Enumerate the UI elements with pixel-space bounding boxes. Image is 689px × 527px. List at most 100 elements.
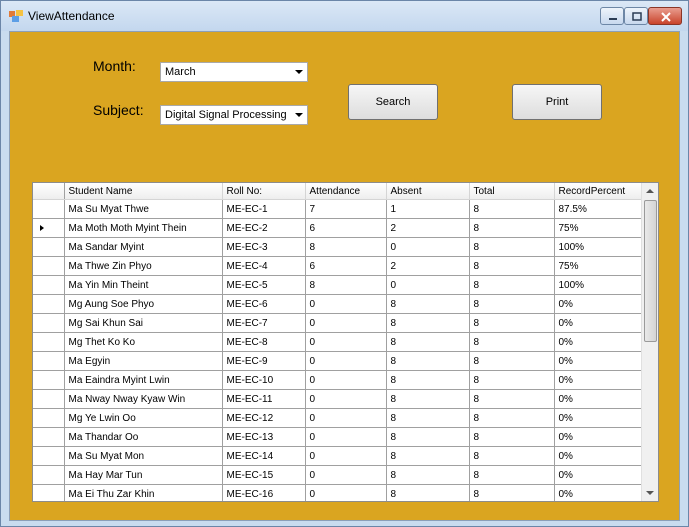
cell-record-percent[interactable]: 75% — [554, 218, 645, 238]
column-header-student-name[interactable]: Student Name — [64, 183, 223, 200]
cell-total[interactable]: 8 — [469, 484, 555, 501]
row-header[interactable] — [33, 465, 65, 485]
table-row[interactable]: Ma Su Myat Mon ME-EC-14 0 8 8 0% — [33, 446, 645, 466]
table-row[interactable]: Ma Hay Mar Tun ME-EC-15 0 8 8 0% — [33, 465, 645, 485]
cell-record-percent[interactable]: 75% — [554, 256, 645, 276]
row-header[interactable] — [33, 294, 65, 314]
cell-attendance[interactable]: 0 — [305, 389, 387, 409]
cell-record-percent[interactable]: 0% — [554, 408, 645, 428]
cell-total[interactable]: 8 — [469, 427, 555, 447]
row-header[interactable] — [33, 332, 65, 352]
cell-attendance[interactable]: 0 — [305, 313, 387, 333]
cell-total[interactable]: 8 — [469, 465, 555, 485]
cell-total[interactable]: 8 — [469, 275, 555, 295]
cell-student-name[interactable]: Ma Hay Mar Tun — [64, 465, 223, 485]
cell-student-name[interactable]: Mg Aung Soe Phyo — [64, 294, 223, 314]
row-header[interactable] — [33, 218, 65, 238]
column-header-roll-no[interactable]: Roll No: — [222, 183, 306, 200]
cell-roll-no[interactable]: ME-EC-11 — [222, 389, 306, 409]
cell-absent[interactable]: 8 — [386, 427, 470, 447]
row-header[interactable] — [33, 313, 65, 333]
row-header[interactable] — [33, 370, 65, 390]
attendance-grid[interactable]: Student Name Roll No: Attendance Absent … — [32, 182, 659, 502]
cell-absent[interactable]: 8 — [386, 446, 470, 466]
cell-roll-no[interactable]: ME-EC-12 — [222, 408, 306, 428]
cell-record-percent[interactable]: 0% — [554, 313, 645, 333]
cell-attendance[interactable]: 0 — [305, 294, 387, 314]
scrollbar-thumb[interactable] — [644, 200, 657, 342]
cell-roll-no[interactable]: ME-EC-15 — [222, 465, 306, 485]
cell-absent[interactable]: 2 — [386, 256, 470, 276]
cell-absent[interactable]: 2 — [386, 218, 470, 238]
cell-absent[interactable]: 1 — [386, 199, 470, 219]
cell-total[interactable]: 8 — [469, 313, 555, 333]
cell-roll-no[interactable]: ME-EC-13 — [222, 427, 306, 447]
cell-student-name[interactable]: Ma Sandar Myint — [64, 237, 223, 257]
cell-record-percent[interactable]: 0% — [554, 389, 645, 409]
row-header[interactable] — [33, 446, 65, 466]
table-row[interactable]: Ma Eaindra Myint Lwin ME-EC-10 0 8 8 0% — [33, 370, 645, 390]
cell-record-percent[interactable]: 100% — [554, 237, 645, 257]
cell-roll-no[interactable]: ME-EC-2 — [222, 218, 306, 238]
cell-absent[interactable]: 0 — [386, 275, 470, 295]
close-button[interactable] — [648, 7, 682, 25]
row-header[interactable] — [33, 408, 65, 428]
table-row[interactable]: Ma Yin Min Theint ME-EC-5 8 0 8 100% — [33, 275, 645, 295]
cell-roll-no[interactable]: ME-EC-14 — [222, 446, 306, 466]
maximize-button[interactable] — [624, 7, 648, 25]
row-header[interactable] — [33, 199, 65, 219]
cell-student-name[interactable]: Mg Sai Khun Sai — [64, 313, 223, 333]
cell-student-name[interactable]: Ma Ei Thu Zar Khin — [64, 484, 223, 501]
cell-roll-no[interactable]: ME-EC-10 — [222, 370, 306, 390]
cell-absent[interactable]: 8 — [386, 370, 470, 390]
cell-attendance[interactable]: 6 — [305, 256, 387, 276]
table-row[interactable]: Ma Sandar Myint ME-EC-3 8 0 8 100% — [33, 237, 645, 257]
cell-roll-no[interactable]: ME-EC-16 — [222, 484, 306, 501]
cell-student-name[interactable]: Ma Nway Nway Kyaw Win — [64, 389, 223, 409]
cell-absent[interactable]: 8 — [386, 408, 470, 428]
column-header-total[interactable]: Total — [469, 183, 555, 200]
cell-absent[interactable]: 8 — [386, 332, 470, 352]
row-header[interactable] — [33, 256, 65, 276]
cell-total[interactable]: 8 — [469, 351, 555, 371]
column-header-record-percent[interactable]: RecordPercent — [554, 183, 645, 200]
cell-record-percent[interactable]: 0% — [554, 446, 645, 466]
cell-roll-no[interactable]: ME-EC-4 — [222, 256, 306, 276]
row-header[interactable] — [33, 427, 65, 447]
cell-absent[interactable]: 8 — [386, 484, 470, 501]
cell-attendance[interactable]: 0 — [305, 370, 387, 390]
month-dropdown[interactable]: March — [160, 62, 308, 82]
cell-attendance[interactable]: 7 — [305, 199, 387, 219]
cell-total[interactable]: 8 — [469, 408, 555, 428]
row-header[interactable] — [33, 237, 65, 257]
table-row[interactable]: Ma Moth Moth Myint Thein ME-EC-2 6 2 8 75% — [33, 218, 645, 238]
column-header-absent[interactable]: Absent — [386, 183, 470, 200]
cell-attendance[interactable]: 0 — [305, 484, 387, 501]
subject-dropdown[interactable]: Digital Signal Processing — [160, 105, 308, 125]
cell-record-percent[interactable]: 0% — [554, 351, 645, 371]
cell-attendance[interactable]: 0 — [305, 408, 387, 428]
cell-attendance[interactable]: 0 — [305, 351, 387, 371]
cell-absent[interactable]: 8 — [386, 351, 470, 371]
cell-attendance[interactable]: 0 — [305, 427, 387, 447]
table-row[interactable]: Mg Aung Soe Phyo ME-EC-6 0 8 8 0% — [33, 294, 645, 314]
table-row[interactable]: Ma Thwe Zin Phyo ME-EC-4 6 2 8 75% — [33, 256, 645, 276]
scroll-up-icon[interactable] — [642, 183, 658, 199]
cell-student-name[interactable]: Ma Su Myat Thwe — [64, 199, 223, 219]
table-row[interactable]: Mg Thet Ko Ko ME-EC-8 0 8 8 0% — [33, 332, 645, 352]
cell-student-name[interactable]: Ma Egyin — [64, 351, 223, 371]
cell-total[interactable]: 8 — [469, 199, 555, 219]
cell-roll-no[interactable]: ME-EC-5 — [222, 275, 306, 295]
cell-attendance[interactable]: 8 — [305, 237, 387, 257]
cell-record-percent[interactable]: 0% — [554, 465, 645, 485]
row-header[interactable] — [33, 484, 65, 501]
row-header[interactable] — [33, 275, 65, 295]
cell-attendance[interactable]: 0 — [305, 332, 387, 352]
minimize-button[interactable] — [600, 7, 624, 25]
cell-student-name[interactable]: Ma Moth Moth Myint Thein — [64, 218, 223, 238]
cell-total[interactable]: 8 — [469, 389, 555, 409]
print-button[interactable]: Print — [512, 84, 602, 120]
cell-attendance[interactable]: 6 — [305, 218, 387, 238]
row-header[interactable] — [33, 389, 65, 409]
cell-absent[interactable]: 8 — [386, 465, 470, 485]
